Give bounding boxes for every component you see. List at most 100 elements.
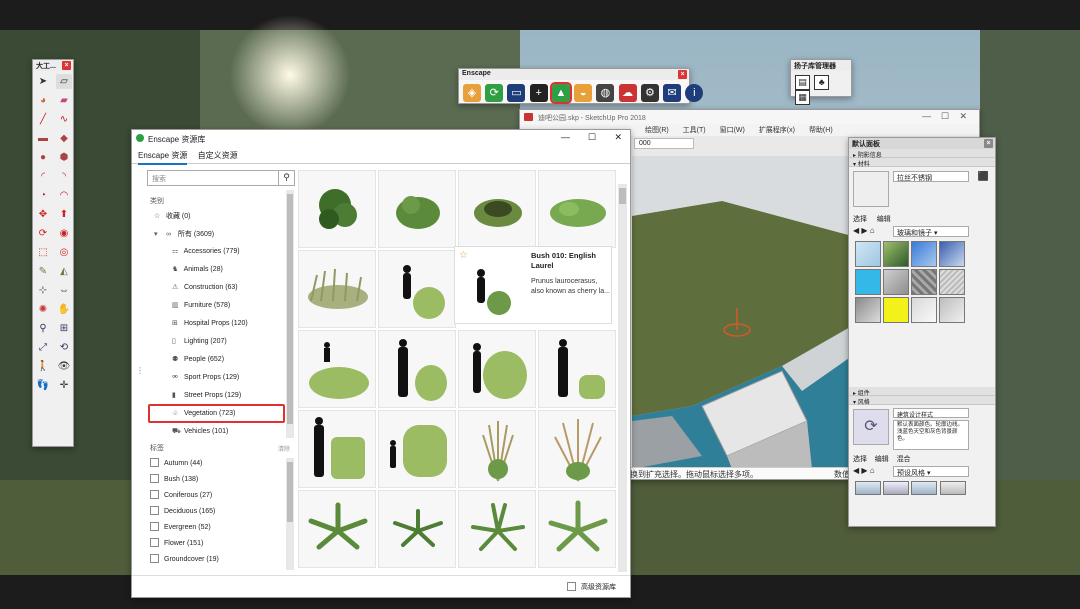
section-materials[interactable]: ▾ 材料 <box>849 158 995 168</box>
close-icon[interactable]: × <box>984 139 993 148</box>
maximize-icon[interactable]: ☐ <box>588 132 596 143</box>
menu-help[interactable]: 帮助(H) <box>809 127 833 134</box>
menu-tools[interactable]: 工具(T) <box>683 127 706 134</box>
material-thumb[interactable] <box>911 297 937 323</box>
previous-view-icon[interactable]: ⟲ <box>56 340 72 355</box>
arc2-icon[interactable]: ◝ <box>56 169 72 184</box>
advanced-library-checkbox[interactable] <box>567 582 576 591</box>
tab-enscape-assets[interactable]: Enscape 资源 <box>138 151 188 165</box>
category-item[interactable]: ⚮ Sport Props (129) <box>172 373 239 381</box>
walk-icon[interactable]: 🚶 <box>35 359 51 374</box>
material-thumb[interactable] <box>883 269 909 295</box>
category-scrollbar[interactable] <box>286 190 294 438</box>
back-icon[interactable]: ◀ <box>853 226 859 235</box>
scene-field[interactable]: 000 <box>634 138 694 149</box>
close-icon[interactable]: ✕ <box>959 111 967 122</box>
material-thumb[interactable] <box>939 297 965 323</box>
material-thumb[interactable] <box>911 241 937 267</box>
category-item[interactable]: ▯ Lighting (207) <box>172 337 227 345</box>
splitter-handle-icon[interactable]: ⋮ <box>136 366 144 375</box>
tags-scrollbar-thumb[interactable] <box>287 462 293 522</box>
material-thumb[interactable] <box>883 297 909 323</box>
material-swatch[interactable] <box>853 171 889 207</box>
tag-checkbox[interactable] <box>150 538 159 547</box>
tag-item[interactable]: Evergreen (52) <box>150 522 211 531</box>
look-around-icon[interactable]: 👁 <box>56 359 72 374</box>
home-icon[interactable]: ⌂ <box>870 466 875 475</box>
offset-icon[interactable]: ◎ <box>56 245 72 260</box>
move-icon[interactable]: ✥ <box>35 207 51 222</box>
pie-icon[interactable]: ◔ <box>35 188 51 203</box>
material-thumb[interactable] <box>883 241 909 267</box>
material-name-field[interactable]: 拉丝不锈钢 <box>893 171 969 182</box>
asset-thumbnail[interactable] <box>298 490 376 568</box>
zoom-icon[interactable]: ⚲ <box>35 321 51 336</box>
tag-item[interactable]: Deciduous (165) <box>150 506 215 515</box>
section-components[interactable]: ▸ 组件 <box>849 387 995 397</box>
asset-library-icon[interactable]: ▲ <box>549 82 572 104</box>
tag-checkbox[interactable] <box>150 554 159 563</box>
zoom-extents-icon[interactable]: ⤢ <box>35 340 51 355</box>
maximize-icon[interactable]: ☐ <box>941 111 949 122</box>
asset-thumbnail[interactable] <box>538 330 616 408</box>
model-icon[interactable]: ▦ <box>795 90 810 105</box>
asset-thumbnail[interactable] <box>298 170 376 248</box>
rotated-rect-icon[interactable]: ◆ <box>56 131 72 146</box>
push-pull-icon[interactable]: ⬆ <box>56 207 72 222</box>
eraser-icon[interactable]: ▰ <box>56 93 72 108</box>
asset-thumbnail[interactable] <box>298 250 376 328</box>
style-refresh-icon[interactable]: ⟳ <box>853 409 889 445</box>
tab-style-select[interactable]: 选择 <box>853 456 867 463</box>
zoom-window-icon[interactable]: ⊞ <box>56 321 72 336</box>
forward-icon[interactable]: ▶ <box>861 226 867 235</box>
asset-detail-card[interactable]: ☆ Bush 010: English Laurel Prunus lauroc… <box>454 246 612 324</box>
category-item[interactable]: ⊞ Hospital Props (120) <box>172 319 248 327</box>
category-scrollbar-thumb[interactable] <box>287 194 293 424</box>
category-item[interactable]: ▥ Furniture (578) <box>172 301 230 309</box>
live-update-icon[interactable]: ⟳ <box>485 84 504 102</box>
start-enscape-icon[interactable]: ◈ <box>463 84 481 102</box>
tag-checkbox[interactable] <box>150 522 159 531</box>
material-thumb[interactable] <box>911 269 937 295</box>
tag-item[interactable]: Coniferous (27) <box>150 490 212 499</box>
tab-custom-assets[interactable]: 自定义资源 <box>198 151 238 163</box>
tag-item[interactable]: Bush (138) <box>150 474 198 483</box>
asset-grid-scrollbar[interactable] <box>618 184 627 572</box>
library-icon[interactable]: ▤ <box>795 75 810 90</box>
rotate-icon[interactable]: ⟳ <box>35 226 51 241</box>
settings-gear-icon[interactable]: ⚙ <box>640 84 659 102</box>
material-thumb[interactable] <box>939 241 965 267</box>
asset-grid-scrollbar-thumb[interactable] <box>619 188 626 204</box>
tab-style-mix[interactable]: 混合 <box>897 456 911 463</box>
component-icon[interactable]: ▱ <box>56 74 72 89</box>
tag-checkbox[interactable] <box>150 506 159 515</box>
tag-checkbox[interactable] <box>150 458 159 467</box>
arc-icon[interactable]: ◜ <box>35 169 51 184</box>
asset-thumbnail[interactable] <box>538 170 616 248</box>
tab-edit[interactable]: 编辑 <box>877 216 891 223</box>
asset-thumbnail[interactable] <box>378 330 456 408</box>
asset-thumbnail[interactable] <box>458 410 536 488</box>
material-thumb[interactable] <box>855 297 881 323</box>
style-name-field[interactable]: 建筑设计样式 <box>893 408 969 419</box>
paint-bucket-icon[interactable]: ◕ <box>35 93 51 108</box>
minimize-icon[interactable]: — <box>561 132 570 142</box>
forward-icon[interactable]: ▶ <box>861 466 867 475</box>
three-point-arc-icon[interactable]: ◠ <box>56 188 72 203</box>
search-input[interactable]: 搜索 ⚲ <box>147 170 295 186</box>
asset-thumbnail[interactable] <box>538 490 616 568</box>
close-icon[interactable]: × <box>62 61 71 70</box>
vr-icon[interactable]: ◍ <box>596 84 615 102</box>
collapse-arrow-icon[interactable]: ▾ <box>154 230 164 238</box>
material-library-dropdown[interactable]: 玻璃和镜子 ▾ <box>893 226 969 237</box>
back-icon[interactable]: ◀ <box>853 466 859 475</box>
add-icon[interactable]: + <box>529 84 548 102</box>
feedback-mail-icon[interactable]: ✉ <box>663 84 682 102</box>
pan-icon[interactable]: ✋ <box>56 302 72 317</box>
select-arrow-icon[interactable]: ➤ <box>35 74 51 89</box>
tag-item[interactable]: Autumn (44) <box>150 458 203 467</box>
asset-thumbnail[interactable] <box>538 410 616 488</box>
menu-extensions[interactable]: 扩展程序(x) <box>759 127 795 134</box>
protractor-icon[interactable]: ◭ <box>56 264 72 279</box>
scale-icon[interactable]: ⬚ <box>35 245 51 260</box>
